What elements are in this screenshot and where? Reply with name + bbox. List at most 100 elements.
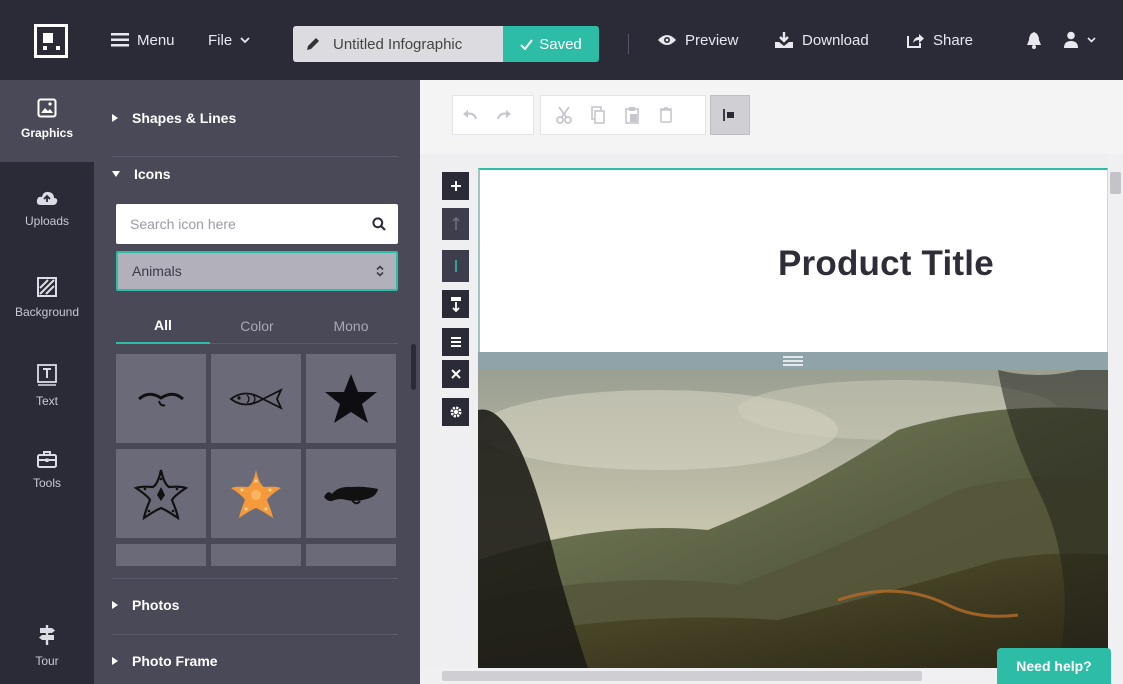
canvas-vertical-scroll-thumb[interactable] (1110, 172, 1121, 194)
align-icon (723, 108, 737, 122)
chevron-down-icon (240, 36, 250, 44)
rail-item-graphics[interactable]: Graphics (0, 80, 94, 162)
delete-icon (660, 107, 672, 123)
icon-tile[interactable] (211, 449, 301, 538)
rail-label-graphics: Graphics (20, 126, 74, 140)
icon-tile[interactable] (306, 354, 396, 443)
rail-item-tools[interactable]: Tools (0, 450, 94, 490)
section-photos[interactable]: Photos (112, 597, 179, 613)
hatched-square-icon (37, 277, 57, 297)
file-label: File (208, 31, 233, 49)
notifications-button[interactable] (1026, 29, 1042, 51)
check-icon (520, 38, 534, 50)
graphics-panel: Shapes & Lines Icons Animals All Color M… (94, 80, 420, 684)
cut-button[interactable] (547, 96, 581, 134)
preview-button[interactable]: Preview (657, 29, 738, 51)
add-block-button[interactable] (442, 172, 469, 200)
icon-search-box (116, 204, 398, 244)
rail-item-text[interactable]: Text (0, 364, 94, 408)
starfish-outline-icon (133, 467, 189, 521)
file-menu-button[interactable]: File (208, 29, 250, 51)
icon-category-select[interactable]: Animals (116, 251, 398, 291)
tab-mono[interactable]: Mono (304, 308, 398, 344)
icon-tile[interactable] (116, 354, 206, 443)
arrow-vertical-icon (451, 258, 461, 274)
history-tool-group (452, 95, 534, 135)
image-icon (37, 98, 57, 118)
canvas-photo[interactable] (478, 370, 1108, 668)
section-shapes-lines[interactable]: Shapes & Lines (112, 110, 236, 126)
pencil-icon (305, 36, 321, 52)
canvas-vertical-scrollbar[interactable] (1108, 154, 1123, 668)
app-logo-icon[interactable] (34, 24, 68, 58)
redo-button[interactable] (487, 96, 521, 134)
section-label-photos: Photos (132, 597, 180, 613)
rail-label-tools: Tools (32, 476, 61, 490)
tab-all[interactable]: All (116, 308, 210, 344)
gear-icon (449, 405, 463, 419)
icon-search-input[interactable] (130, 216, 372, 232)
rail-label-uploads: Uploads (24, 214, 70, 228)
arrow-down-icon (450, 296, 462, 312)
menu-button[interactable]: Menu (111, 29, 175, 51)
download-label: Download (802, 31, 869, 49)
document-title-field[interactable]: Untitled Infographic (293, 26, 503, 62)
icon-filter-tabs: All Color Mono (116, 308, 398, 344)
undo-button[interactable] (453, 96, 487, 134)
rail-item-uploads[interactable]: Uploads (0, 190, 94, 228)
eye-icon (657, 33, 677, 47)
rail-item-tour[interactable]: Tour (0, 624, 94, 668)
whale-icon (322, 481, 380, 507)
panel-scrollbar[interactable] (411, 344, 416, 390)
saved-button[interactable]: Saved (503, 26, 599, 62)
align-button[interactable] (710, 95, 750, 135)
share-button[interactable]: Share (906, 29, 973, 51)
move-block-up-button[interactable] (442, 208, 469, 240)
signpost-icon (37, 624, 57, 646)
user-account-button[interactable] (1063, 29, 1096, 51)
plus-icon (450, 180, 462, 192)
delete-block-button[interactable] (442, 360, 469, 388)
delete-button[interactable] (649, 96, 683, 134)
search-icon[interactable] (372, 217, 386, 231)
icon-tile[interactable] (306, 449, 396, 538)
rail-label-text: Text (35, 394, 58, 408)
product-title[interactable]: Product Title (778, 244, 994, 284)
block-layers-button[interactable] (442, 328, 469, 356)
paste-button[interactable] (615, 96, 649, 134)
section-label-photo-frame: Photo Frame (132, 653, 218, 669)
section-icons[interactable]: Icons (112, 166, 171, 182)
redo-icon (496, 109, 512, 121)
block-settings-button[interactable] (442, 398, 469, 426)
bird-icon (137, 387, 185, 411)
caret-right-icon (112, 657, 118, 665)
close-icon (450, 369, 461, 379)
section-photo-frame[interactable]: Photo Frame (112, 653, 218, 669)
tab-color[interactable]: Color (210, 308, 304, 344)
section-label-icons: Icons (134, 166, 171, 182)
icon-tile[interactable] (211, 354, 301, 443)
rail-label-tour: Tour (35, 654, 59, 668)
caret-down-icon (112, 171, 120, 177)
icon-tile[interactable] (211, 544, 301, 566)
select-arrows-icon (376, 265, 384, 277)
share-label: Share (933, 31, 974, 49)
icon-tile[interactable] (116, 449, 206, 538)
text-box-icon (37, 364, 57, 386)
need-help-button[interactable]: Need help? (997, 648, 1111, 684)
move-block-button[interactable] (442, 250, 469, 282)
rail-item-background[interactable]: Background (0, 277, 94, 319)
copy-button[interactable] (581, 96, 615, 134)
block-resize-handle[interactable] (478, 352, 1108, 370)
canvas-horizontal-scroll-thumb[interactable] (442, 671, 922, 681)
layers-icon (450, 336, 462, 348)
download-button[interactable]: Download (774, 29, 869, 51)
clipboard-tool-group (540, 95, 706, 135)
icon-tile[interactable] (306, 544, 396, 566)
cloud-upload-icon (36, 190, 58, 206)
menu-label: Menu (137, 31, 175, 49)
move-block-down-button[interactable] (442, 290, 469, 318)
icon-tile[interactable] (116, 544, 206, 566)
cut-icon (556, 106, 572, 124)
share-icon (906, 32, 925, 49)
